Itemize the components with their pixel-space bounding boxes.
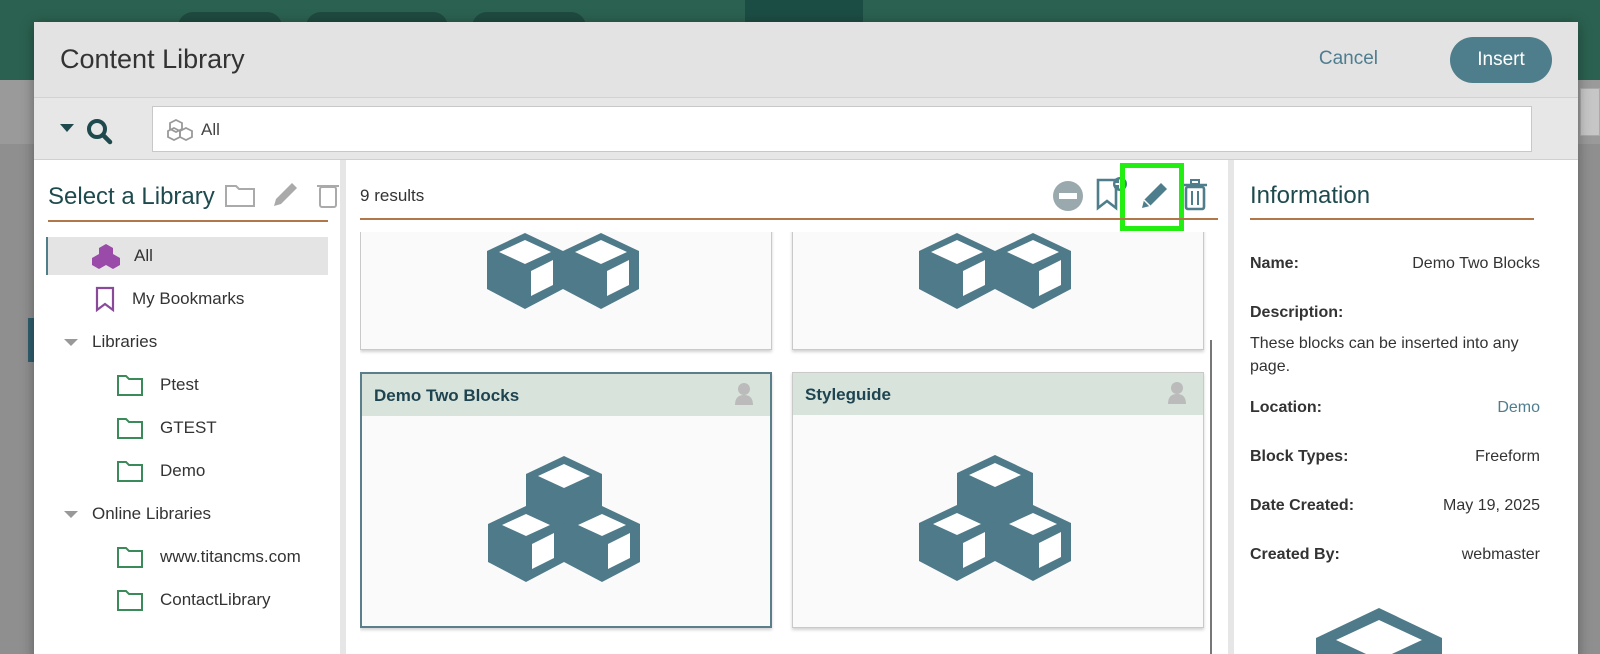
library-item-label: All <box>134 246 153 265</box>
cancel-button[interactable]: Cancel <box>1319 48 1378 70</box>
description-label: Description: <box>1250 304 1344 321</box>
date-created-label: Date Created: <box>1250 497 1355 514</box>
library-panel-heading: Select a Library <box>48 183 215 210</box>
dialog-title: Content Library <box>60 44 245 74</box>
blocks-icon <box>92 244 120 269</box>
library-item-contactlibrary[interactable]: ContactLibrary <box>46 581 328 619</box>
block-types-value: Freeform <box>1475 448 1540 465</box>
location-link[interactable]: Demo <box>1497 399 1540 417</box>
library-group-label: Libraries <box>92 332 158 351</box>
library-item-label: www.titancms.com <box>160 547 301 566</box>
heading-divider <box>360 218 1218 220</box>
created-by-value: webmaster <box>1461 546 1540 563</box>
tile-header: Styleguide <box>793 373 1203 415</box>
folder-icon <box>117 590 143 611</box>
two-blocks-icon <box>919 233 1071 309</box>
stacked-blocks-icon <box>919 455 1071 581</box>
results-panel: 9 results Demo Two Blocks Styleguide <box>346 160 1228 654</box>
results-count-label: results <box>374 186 425 205</box>
folder-icon <box>117 547 143 568</box>
date-created-value: May 19, 2025 <box>1443 497 1540 514</box>
trash-icon <box>317 185 339 208</box>
library-item-my-bookmarks[interactable]: My Bookmarks <box>46 280 328 318</box>
results-count: 9 results <box>360 186 424 206</box>
pencil-icon <box>274 183 297 206</box>
add-folder-button[interactable] <box>224 178 258 212</box>
location-label: Location: <box>1250 399 1322 416</box>
tile-header: Demo Two Blocks <box>362 374 770 416</box>
dialog-header: Content Library Cancel Insert <box>34 22 1578 98</box>
search-bar: All <box>34 98 1578 160</box>
library-item-demo[interactable]: Demo <box>46 452 328 490</box>
folder-icon <box>117 418 143 439</box>
library-item-ptest[interactable]: Ptest <box>46 366 328 404</box>
result-tile[interactable] <box>360 232 772 350</box>
library-panel: Select a Library All My Bookmarks Librar… <box>34 160 340 654</box>
results-scrollbar[interactable] <box>1210 340 1212 654</box>
library-toolbar <box>224 178 346 212</box>
result-tile-demo-two-blocks[interactable]: Demo Two Blocks <box>360 372 772 628</box>
heading-divider <box>48 220 328 222</box>
content-library-dialog: Content Library Cancel Insert All Select… <box>34 22 1578 654</box>
result-tile[interactable] <box>792 232 1204 350</box>
library-item-gtest[interactable]: GTEST <box>46 409 328 447</box>
dialog-body: Select a Library All My Bookmarks Librar… <box>34 160 1578 654</box>
library-item-all[interactable]: All <box>46 237 328 275</box>
bookmark-icon <box>95 286 115 312</box>
block-types-label: Block Types: <box>1250 448 1349 465</box>
highlight-marker <box>1120 163 1184 231</box>
library-item-label: Demo <box>160 461 206 480</box>
information-heading: Information <box>1250 182 1371 209</box>
folder-icon <box>225 185 255 207</box>
delete-library-button[interactable] <box>312 178 346 212</box>
information-panel: Information Name: Demo Two Blocks Descri… <box>1234 160 1578 654</box>
library-item-label: My Bookmarks <box>132 289 245 308</box>
minus-circle-icon <box>1053 181 1083 211</box>
description-value: These blocks can be inserted into any pa… <box>1250 335 1519 375</box>
library-item-label: Ptest <box>160 375 199 394</box>
library-item-titancms[interactable]: www.titancms.com <box>46 538 328 576</box>
search-icon <box>60 119 113 145</box>
tile-title: Styleguide <box>805 385 891 404</box>
search-scope-text: All <box>201 120 220 139</box>
name-label: Name: <box>1250 255 1299 272</box>
remove-button[interactable] <box>1048 176 1088 216</box>
library-group-label: Online Libraries <box>92 504 212 523</box>
library-item-label: ContactLibrary <box>160 590 271 609</box>
user-icon <box>735 383 753 405</box>
app-side-control <box>1580 88 1600 136</box>
result-tile-styleguide[interactable]: Styleguide <box>792 372 1204 628</box>
blocks-icon <box>167 119 193 141</box>
tile-title: Demo Two Blocks <box>374 386 520 405</box>
results-grid: Demo Two Blocks Styleguide <box>360 232 1210 654</box>
stacked-blocks-icon <box>1316 608 1442 654</box>
results-count-number: 9 <box>360 186 370 205</box>
search-toggle-button[interactable] <box>60 116 120 146</box>
two-blocks-icon <box>487 233 639 309</box>
library-item-label: GTEST <box>160 418 217 437</box>
insert-button[interactable]: Insert <box>1450 37 1552 83</box>
heading-divider <box>1250 218 1534 220</box>
search-scope-field[interactable]: All <box>152 106 1532 152</box>
caret-down-icon <box>64 511 78 518</box>
folder-icon <box>117 375 143 396</box>
created-by-label: Created By: <box>1250 546 1340 563</box>
name-value: Demo Two Blocks <box>1412 255 1540 272</box>
user-icon <box>1168 382 1186 404</box>
folder-icon <box>117 461 143 482</box>
library-group-libraries[interactable]: Libraries <box>46 323 328 361</box>
library-group-online-libraries[interactable]: Online Libraries <box>46 495 328 533</box>
caret-down-icon <box>64 339 78 346</box>
stacked-blocks-icon <box>488 456 640 582</box>
edit-library-button[interactable] <box>268 178 302 212</box>
